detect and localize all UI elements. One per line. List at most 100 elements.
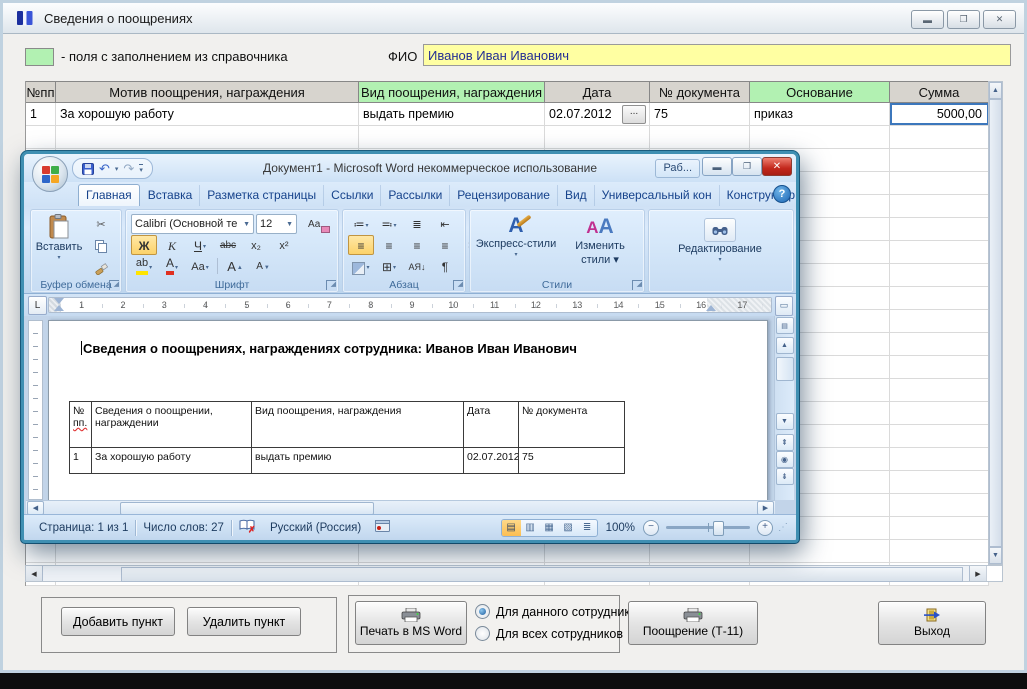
grid-cell[interactable] [890,402,989,424]
table-vertical-scrollbar[interactable]: ▲ ▼ [988,81,1003,565]
help-icon[interactable]: ? [773,185,791,203]
cut-icon[interactable]: ✂ [87,215,115,234]
ribbon-tab[interactable]: Разметка страницы [200,185,324,206]
word-window[interactable]: Документ1 - Microsoft Word некоммерческо… [21,151,799,543]
shading-button[interactable]: ▾ [348,256,374,276]
decrease-indent-button[interactable]: ⇤ [432,214,458,234]
word-minimize-button[interactable]: ▬ [702,157,732,176]
doc-scroll-left-icon[interactable]: ◀ [27,501,44,515]
doc-scroll-up-icon[interactable]: ▲ [776,337,794,354]
font-color-button[interactable]: А▾ [159,256,185,276]
grid-cell[interactable] [26,540,56,562]
document-vertical-scrollbar[interactable]: ▤ ▲ ▼ ⇞ ◉ ⇟ [774,316,794,500]
strikethrough-button[interactable]: abc [215,235,241,255]
scroll-up-icon[interactable]: ▲ [989,82,1002,99]
doc-scroll-down-icon[interactable]: ▼ [776,413,794,430]
grid-cell[interactable] [890,126,989,148]
cell-date[interactable]: 02.07.2012... [545,103,650,125]
exit-button[interactable]: Выход [878,601,986,645]
cell-amount-selected[interactable]: 5000,00 [890,103,989,125]
grid-cell[interactable] [890,379,989,401]
borders-button[interactable]: ⊞▾ [376,256,402,276]
grid-cell[interactable] [56,540,359,562]
table-horizontal-scrollbar[interactable]: ◀ ▶ [25,565,1003,582]
scroll-right-icon[interactable]: ▶ [969,566,986,581]
grid-cell[interactable] [890,241,989,263]
remove-item-button[interactable]: Удалить пункт [187,607,301,636]
grid-cell[interactable] [890,448,989,470]
font-size-select[interactable]: 12▼ [256,214,297,234]
fio-input[interactable] [423,44,1011,66]
horizontal-ruler[interactable]: 123456789101112131415161718 [48,297,772,313]
language-indicator[interactable]: Русский (Россия) [263,522,368,534]
vertical-ruler[interactable] [28,320,43,500]
cell-kind[interactable]: выдать премию [359,103,545,125]
styles-dialog-launcher-icon[interactable]: ◢ [632,280,642,290]
grid-cell[interactable] [890,494,989,516]
zoom-in-icon[interactable]: + [757,520,773,536]
align-center-button[interactable]: ≡ [376,235,402,255]
save-icon[interactable] [82,163,94,175]
change-styles-button[interactable]: АA Изменить стили ▾ [562,215,638,266]
redo-icon[interactable]: ↷ [123,160,134,177]
zoom-slider[interactable] [666,526,750,529]
fullscreen-view-icon[interactable]: ▥ [521,520,540,536]
grid-cell[interactable] [650,540,750,562]
scroll-down-icon[interactable]: ▼ [989,547,1002,564]
date-picker-button[interactable]: ... [622,105,646,124]
align-left-button[interactable]: ≡ [348,235,374,255]
editing-button[interactable]: Редактирование ▾ [655,218,785,263]
right-indent-marker[interactable] [706,305,716,311]
italic-button[interactable]: К [159,235,185,255]
resize-grip-icon[interactable]: ⋰ [778,522,788,533]
radio-selected-icon[interactable] [475,604,490,619]
web-layout-view-icon[interactable]: ▦ [540,520,559,536]
radio-all-employees[interactable]: Для всех сотрудников [475,626,623,641]
sort-button[interactable]: АЯ↓ [404,256,430,276]
first-line-indent-marker[interactable] [54,298,64,304]
shrink-font-button[interactable]: А▼ [250,256,276,276]
grid-cell[interactable] [750,540,890,562]
table-row-empty[interactable] [26,126,989,149]
document-page[interactable]: Сведения о поощрениях, награждениях сотр… [48,320,768,500]
grid-cell[interactable] [56,126,359,148]
macro-record-icon[interactable] [368,520,397,535]
contextual-tab-label[interactable]: Раб... [655,159,700,178]
word-close-button[interactable]: ✕ [762,157,792,176]
paste-dropdown-icon[interactable]: ▾ [57,254,60,261]
paragraph-dialog-launcher-icon[interactable]: ◢ [453,280,463,290]
print-layout-view-icon[interactable]: ▤ [502,520,521,536]
grid-cell[interactable] [890,172,989,194]
grid-cell[interactable] [545,540,650,562]
grid-cell[interactable] [890,287,989,309]
table-row[interactable]: 1 За хорошую работу выдать премию 02.07.… [26,103,989,126]
t11-print-button[interactable]: Поощрение (Т-11) [628,601,758,645]
grid-cell[interactable] [890,356,989,378]
radio-unselected-icon[interactable] [475,626,490,641]
ribbon-tab[interactable]: Универсальный кон [595,185,720,206]
grid-cell[interactable] [890,149,989,171]
font-dialog-launcher-icon[interactable]: ◢ [326,280,336,290]
zoom-out-icon[interactable]: − [643,520,659,536]
undo-icon[interactable]: ↶ [99,160,110,177]
draft-view-icon[interactable]: ≣ [578,520,597,536]
ribbon-tab[interactable]: Рассылки [381,185,450,206]
spellcheck-icon[interactable]: ✗ [232,519,263,536]
grid-cell[interactable] [650,126,750,148]
cell-basis[interactable]: приказ [750,103,890,125]
multilevel-list-button[interactable]: ≣ [404,214,430,234]
add-item-button[interactable]: Добавить пункт [61,607,175,636]
ribbon-tab[interactable]: Вставка [141,185,201,206]
page-indicator[interactable]: Страница: 1 из 1 [32,522,135,534]
minimize-button[interactable]: ▬ [911,10,944,29]
grid-cell[interactable] [890,517,989,539]
close-button[interactable]: ✕ [983,10,1016,29]
previous-page-icon[interactable]: ⇞ [776,434,794,451]
document-horizontal-scrollbar[interactable]: ◀ ▶ [26,500,775,515]
clear-formatting-button[interactable]: Аа [305,214,333,234]
change-case-button[interactable]: Аа▾ [187,256,213,276]
show-marks-button[interactable]: ¶ [432,256,458,276]
superscript-button[interactable]: x² [271,235,297,255]
horizontal-scroll-thumb[interactable] [121,567,963,582]
zoom-slider-thumb[interactable] [713,521,724,536]
